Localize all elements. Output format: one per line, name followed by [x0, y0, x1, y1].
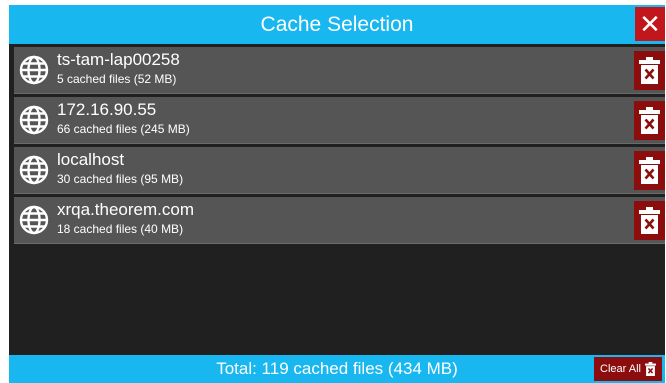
- cache-host-name: 172.16.90.55: [57, 100, 157, 119]
- cache-list-item[interactable]: localhost 30 cached files (95 MB): [14, 147, 665, 194]
- cache-file-info: 30 cached files (95 MB): [57, 172, 184, 186]
- cache-list-item[interactable]: 172.16.90.55 66 cached files (245 MB): [14, 97, 665, 144]
- cache-host-name: xrqa.theorem.com: [57, 200, 194, 219]
- dialog-footer: Total: 119 cached files (434 MB) Clear A…: [9, 355, 665, 383]
- cache-file-info: 5 cached files (52 MB): [57, 72, 177, 86]
- cache-file-info: 66 cached files (245 MB): [57, 122, 190, 136]
- cache-host-name: ts-tam-lap00258: [57, 50, 180, 69]
- trash-x-icon: [639, 107, 660, 134]
- delete-cache-button[interactable]: [634, 101, 665, 140]
- globe-icon: [19, 105, 49, 135]
- total-summary: Total: 119 cached files (434 MB): [216, 359, 458, 378]
- clear-all-button[interactable]: Clear All: [594, 357, 662, 381]
- trash-x-icon: [639, 57, 660, 84]
- cache-file-info: 18 cached files (40 MB): [57, 222, 184, 236]
- clear-all-label: Clear All: [600, 363, 641, 375]
- globe-icon: [19, 205, 49, 235]
- trash-x-icon: [639, 207, 660, 234]
- cache-list-item[interactable]: ts-tam-lap00258 5 cached files (52 MB): [14, 47, 665, 94]
- close-icon: ✕: [639, 9, 661, 39]
- cache-host-name: localhost: [57, 150, 125, 169]
- cache-list: ts-tam-lap00258 5 cached files (52 MB) 1…: [14, 47, 665, 247]
- delete-cache-button[interactable]: [634, 201, 665, 240]
- trash-x-icon: [639, 157, 660, 184]
- delete-cache-button[interactable]: [634, 151, 665, 190]
- cache-list-item[interactable]: xrqa.theorem.com 18 cached files (40 MB): [14, 197, 665, 244]
- trash-x-icon: [645, 362, 656, 376]
- globe-icon: [19, 155, 49, 185]
- close-button[interactable]: ✕: [635, 7, 665, 41]
- delete-cache-button[interactable]: [634, 51, 665, 90]
- dialog-title: Cache Selection: [260, 13, 414, 36]
- dialog-header: Cache Selection ✕: [9, 5, 665, 44]
- cache-selection-dialog: Cache Selection ✕ ts-tam-lap00258 5 cach…: [9, 5, 665, 383]
- globe-icon: [19, 55, 49, 85]
